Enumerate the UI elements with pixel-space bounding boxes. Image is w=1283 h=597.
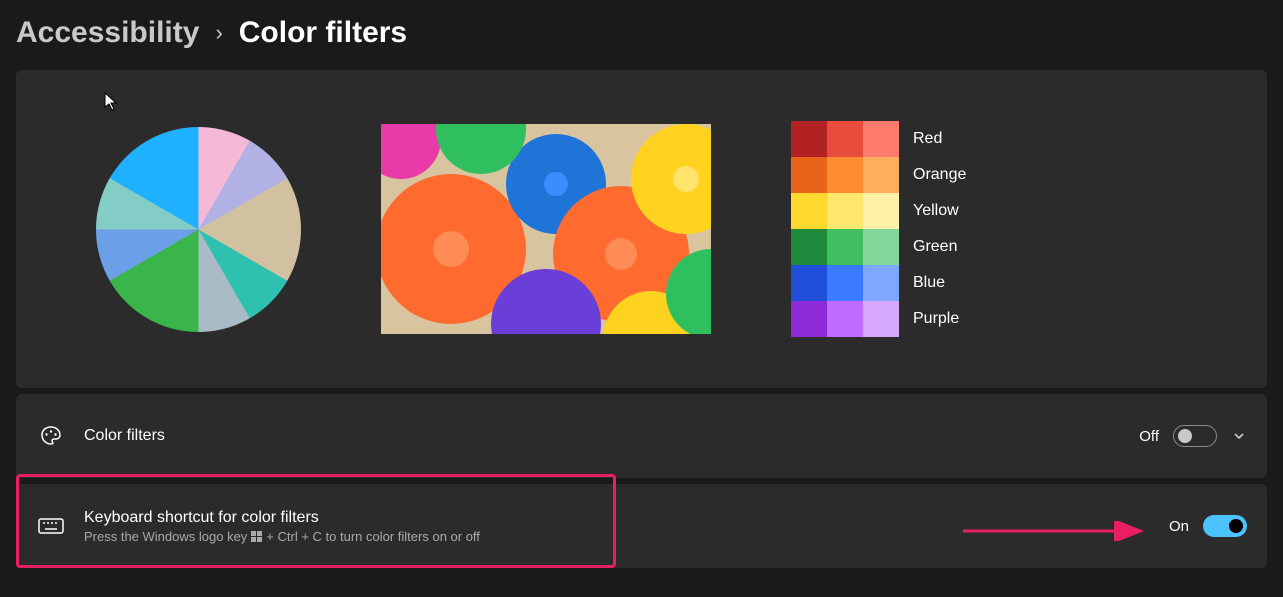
breadcrumb-parent[interactable]: Accessibility — [16, 16, 199, 50]
color-filters-toggle[interactable] — [1173, 425, 1217, 447]
palette-row-blue: Blue — [791, 265, 966, 301]
windows-logo-icon — [251, 531, 262, 542]
color-filters-title: Color filters — [84, 427, 1139, 445]
palette-row-green: Green — [791, 229, 966, 265]
palette-label: Purple — [913, 310, 959, 328]
swatch — [827, 265, 863, 301]
swatch — [863, 301, 899, 337]
swatch — [863, 157, 899, 193]
keyboard-shortcut-row[interactable]: Keyboard shortcut for color filters Pres… — [16, 484, 1267, 568]
swatch — [863, 265, 899, 301]
swatch — [791, 301, 827, 337]
swatch — [827, 193, 863, 229]
swatch — [827, 121, 863, 157]
swatch — [827, 229, 863, 265]
palette-label: Red — [913, 130, 942, 148]
chevron-right-icon: › — [215, 20, 222, 46]
swatch — [863, 229, 899, 265]
swatch — [791, 121, 827, 157]
color-wheel-preview — [96, 127, 301, 332]
keyboard-shortcut-title: Keyboard shortcut for color filters — [84, 509, 1169, 527]
swatch — [791, 229, 827, 265]
color-palette: Red Orange Yellow Green — [791, 121, 966, 337]
chevron-down-icon[interactable] — [1231, 428, 1247, 444]
swatch — [791, 265, 827, 301]
palette-icon — [36, 424, 66, 448]
color-filters-state-label: Off — [1139, 428, 1159, 445]
keyboard-shortcut-toggle[interactable] — [1203, 515, 1247, 537]
color-filters-row[interactable]: Color filters Off — [16, 394, 1267, 478]
swatch — [827, 301, 863, 337]
palette-row-red: Red — [791, 121, 966, 157]
preview-card: Red Orange Yellow Green — [16, 70, 1267, 388]
keyboard-icon — [36, 516, 66, 536]
swatch — [863, 193, 899, 229]
palette-label: Orange — [913, 166, 966, 184]
palette-label: Green — [913, 238, 957, 256]
breadcrumb: Accessibility › Color filters — [16, 16, 1267, 50]
swatch — [863, 121, 899, 157]
palette-label: Blue — [913, 274, 945, 292]
palette-label: Yellow — [913, 202, 959, 220]
palette-row-purple: Purple — [791, 301, 966, 337]
page-title: Color filters — [239, 16, 407, 50]
sample-photo-preview — [381, 124, 711, 334]
palette-row-yellow: Yellow — [791, 193, 966, 229]
swatch — [827, 157, 863, 193]
swatch — [791, 157, 827, 193]
swatch — [791, 193, 827, 229]
palette-row-orange: Orange — [791, 157, 966, 193]
keyboard-shortcut-subtitle: Press the Windows logo key + Ctrl + C to… — [84, 529, 1169, 544]
keyboard-shortcut-state-label: On — [1169, 518, 1189, 535]
